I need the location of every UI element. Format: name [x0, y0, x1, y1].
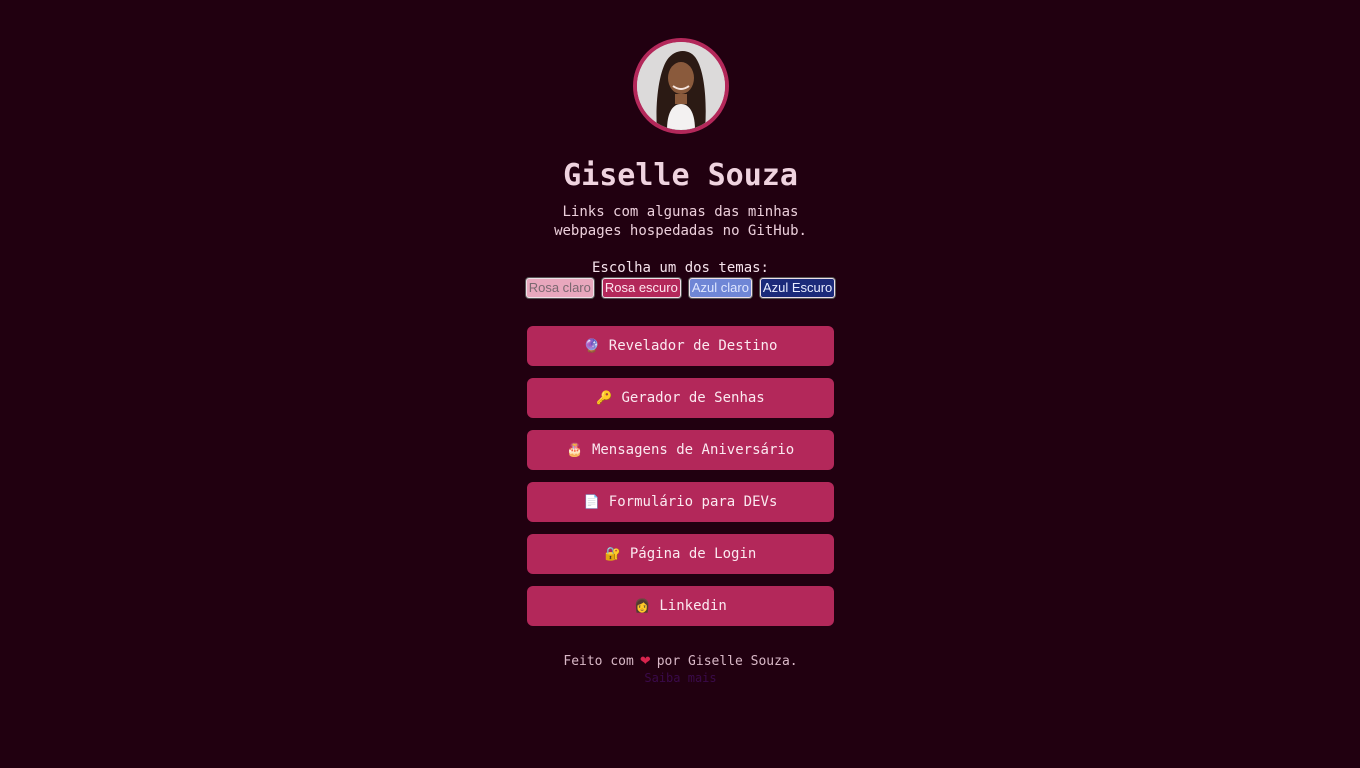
theme-azul-escuro-button[interactable]: Azul Escuro [759, 278, 836, 298]
theme-rosa-claro-button[interactable]: Rosa claro [525, 278, 594, 298]
profile-bio: Links com algunas das minhas webpages ho… [554, 204, 807, 239]
crystal-ball-icon: 🔮 [583, 338, 600, 354]
link-label: Mensagens de Aniversário [591, 442, 795, 458]
link-label: Página de Login [629, 546, 757, 562]
links-list: 🔮 Revelador de Destino 🔑 Gerador de Senh… [527, 326, 834, 626]
footer-suffix: por Giselle Souza. [656, 654, 798, 669]
link-formulario-para-devs[interactable]: 📄 Formulário para DEVs [527, 482, 834, 522]
footer: Feito com ❤ por Giselle Souza. Saiba mais [563, 654, 797, 685]
link-pagina-de-login[interactable]: 🔐 Página de Login [527, 534, 834, 574]
avatar-photo [636, 42, 725, 130]
key-icon: 🔑 [596, 390, 613, 406]
link-mensagens-de-aniversario[interactable]: 🎂 Mensagens de Aniversário [527, 430, 834, 470]
theme-rosa-escuro-button[interactable]: Rosa escuro [601, 278, 681, 298]
theme-azul-claro-button[interactable]: Azul claro [688, 278, 752, 298]
themes-title: Escolha um dos temas: [591, 260, 769, 276]
woman-icon: 👩 [634, 598, 651, 614]
link-label: Linkedin [659, 598, 727, 614]
profile-container: Giselle Souza Links com algunas das minh… [525, 38, 836, 685]
link-gerador-de-senhas[interactable]: 🔑 Gerador de Senhas [527, 378, 834, 418]
link-label: Formulário para DEVs [608, 494, 778, 510]
link-label: Gerador de Senhas [621, 390, 765, 406]
link-label: Revelador de Destino [608, 338, 778, 354]
document-icon: 📄 [583, 494, 600, 510]
link-linkedin[interactable]: 👩 Linkedin [527, 586, 834, 626]
lock-icon: 🔐 [604, 546, 621, 562]
heart-icon: ❤ [639, 654, 651, 669]
profile-name: Giselle Souza [563, 158, 798, 193]
theme-buttons: Rosa claro Rosa escuro Azul claro Azul E… [525, 278, 836, 298]
more-link[interactable]: Saiba mais [563, 671, 797, 685]
link-revelador-de-destino[interactable]: 🔮 Revelador de Destino [527, 326, 834, 366]
avatar [632, 38, 729, 134]
cake-icon: 🎂 [566, 442, 583, 458]
footer-prefix: Feito com [563, 654, 634, 669]
